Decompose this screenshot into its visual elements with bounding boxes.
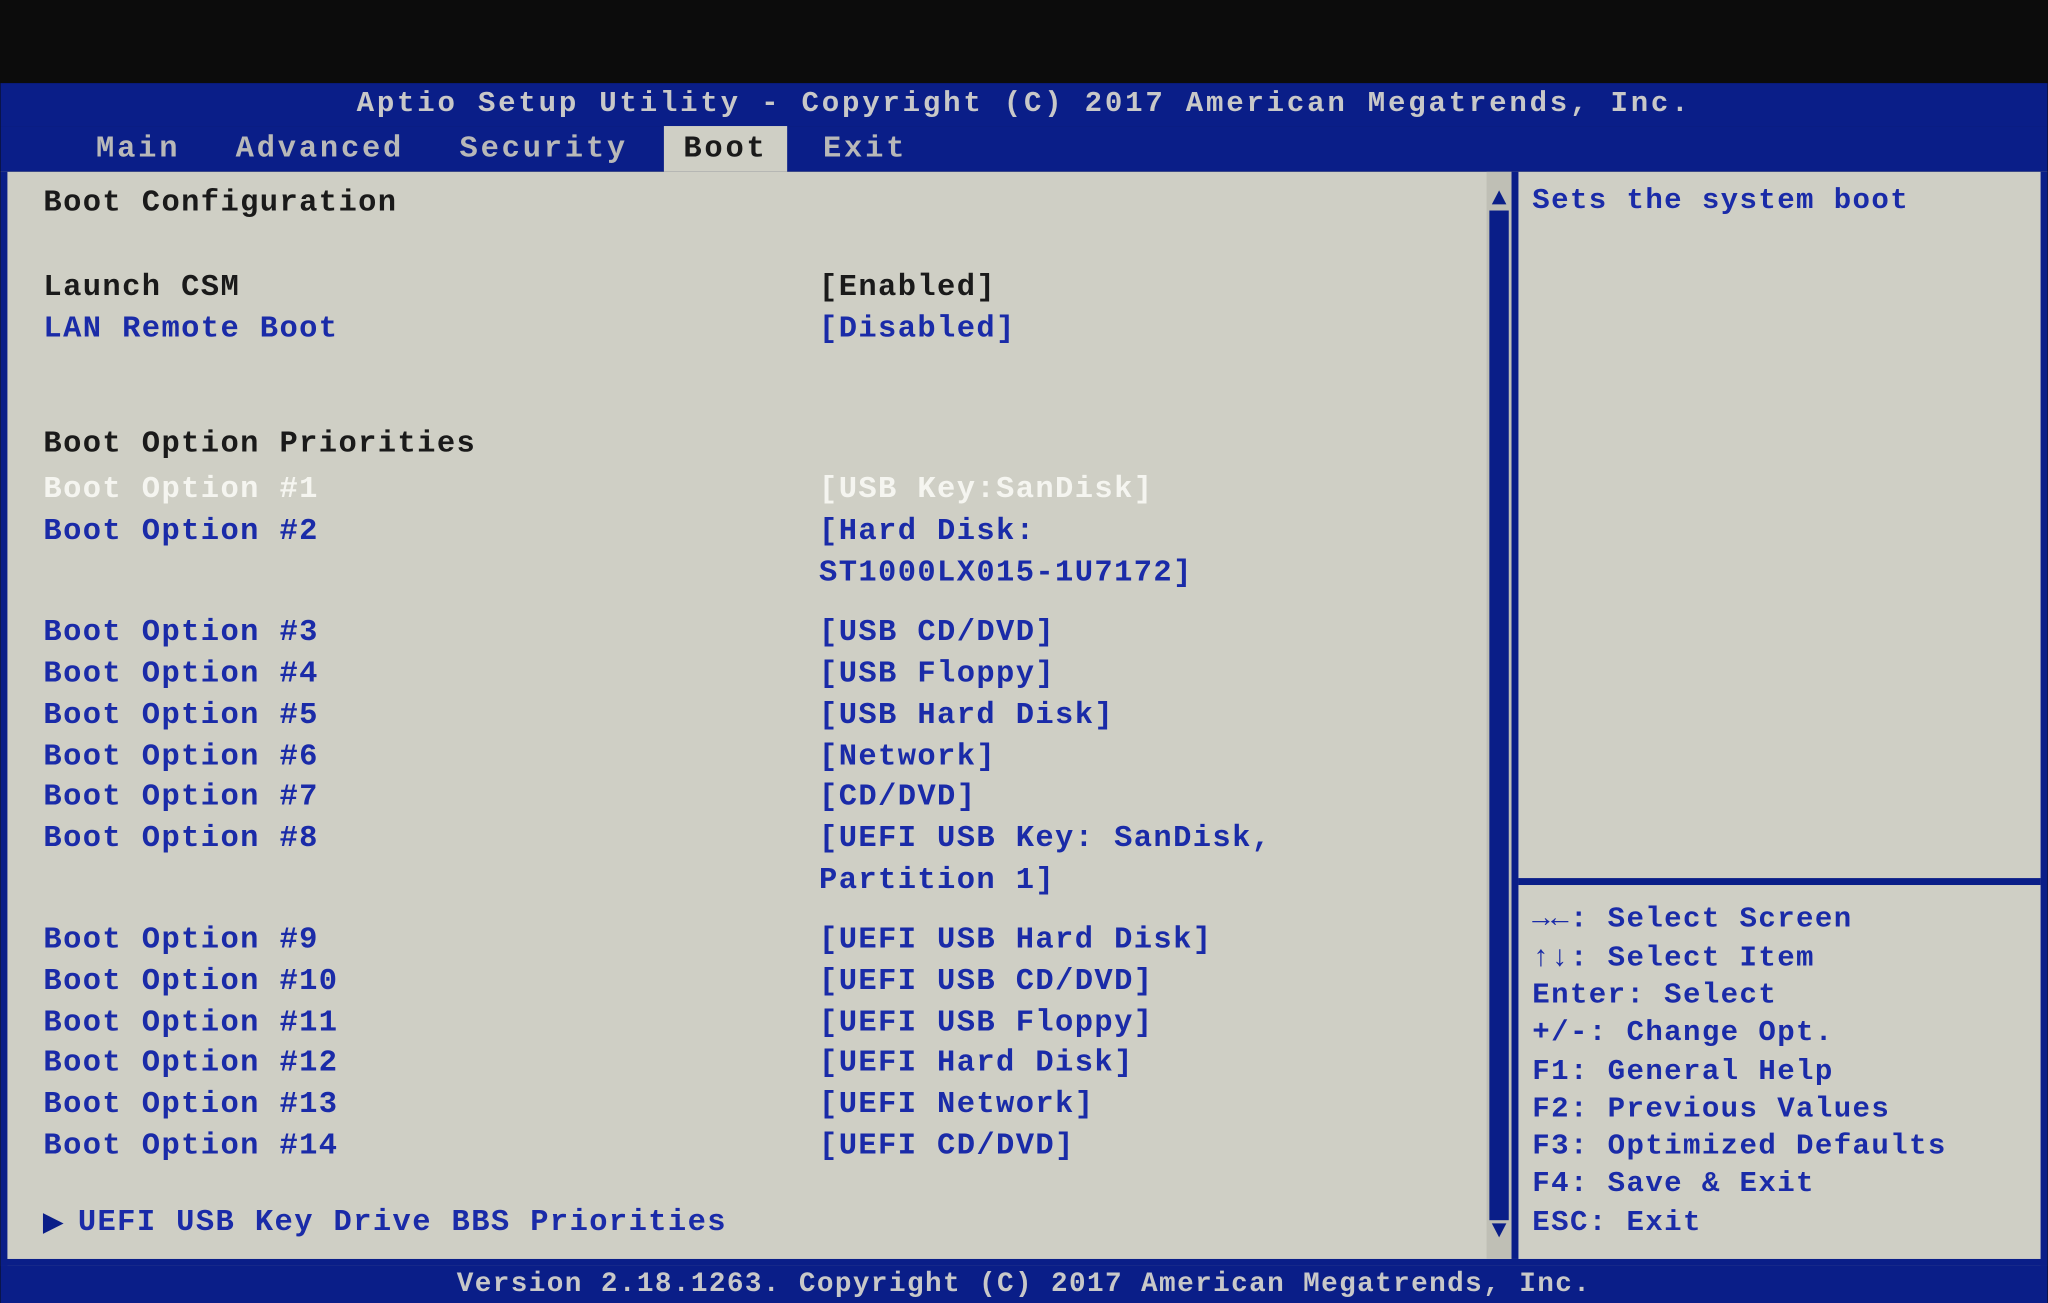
label-boot-option-8: Boot Option #8: [43, 818, 819, 859]
value-boot-option-1: [USB Key:SanDisk]: [819, 470, 1498, 511]
value-boot-option-10: [UEFI USB CD/DVD]: [819, 961, 1498, 1002]
row-boot-option-1[interactable]: Boot Option #1[USB Key:SanDisk]: [43, 470, 1497, 511]
value-boot-option-12: [UEFI Hard Disk]: [819, 1043, 1498, 1084]
value-boot-option-3: [USB CD/DVD]: [819, 613, 1498, 654]
submenu-bbs-priorities[interactable]: ▶ UEFI USB Key Drive BBS Priorities: [43, 1205, 1497, 1240]
key-help-line: +/-: Change Opt.: [1532, 1016, 2029, 1054]
scroll-up-icon[interactable]: ▲: [1487, 186, 1512, 214]
key-help: →←: Select Screen↑↓: Select ItemEnter: S…: [1518, 879, 2040, 1259]
value-boot-option-9: [UEFI USB Hard Disk]: [819, 920, 1498, 961]
row-boot-option-14[interactable]: Boot Option #14[UEFI CD/DVD]: [43, 1126, 1497, 1167]
key-help-line: ↑↓: Select Item: [1532, 940, 2029, 978]
row-boot-option-13[interactable]: Boot Option #13[UEFI Network]: [43, 1084, 1497, 1125]
value-launch-csm: [Enabled]: [819, 267, 1498, 308]
scroll-down-icon[interactable]: ▼: [1487, 1217, 1512, 1245]
scrollbar[interactable]: ▲ ▼: [1487, 172, 1512, 1259]
label-boot-option-4: Boot Option #4: [43, 654, 819, 695]
value-boot-option-14: [UEFI CD/DVD]: [819, 1126, 1498, 1167]
section-boot-config: Boot Configuration: [43, 186, 1497, 221]
row-boot-option-8[interactable]: Boot Option #8[UEFI USB Key: SanDisk,: [43, 818, 1497, 859]
value-boot-option-7: [CD/DVD]: [819, 777, 1498, 818]
value-boot-option-4: [USB Floppy]: [819, 654, 1498, 695]
label-boot-option-11: Boot Option #11: [43, 1002, 819, 1043]
tab-boot[interactable]: Boot: [664, 126, 787, 172]
row-boot-option-3[interactable]: Boot Option #3[USB CD/DVD]: [43, 613, 1497, 654]
key-help-line: F3: Optimized Defaults: [1532, 1129, 2029, 1167]
row-boot-option-5[interactable]: Boot Option #5[USB Hard Disk]: [43, 695, 1497, 736]
value-boot-option-2-cont: ST1000LX015-1U7172]: [819, 552, 1498, 593]
row-boot-option-10[interactable]: Boot Option #10[UEFI USB CD/DVD]: [43, 961, 1497, 1002]
value-boot-option-6: [Network]: [819, 736, 1498, 777]
scroll-track[interactable]: [1489, 211, 1508, 1221]
label-lan-remote: LAN Remote Boot: [43, 308, 819, 349]
value-lan-remote: [Disabled]: [819, 308, 1498, 349]
bios-title: Aptio Setup Utility - Copyright (C) 2017…: [0, 83, 2047, 126]
label-boot-option-12: Boot Option #12: [43, 1043, 819, 1084]
tab-main[interactable]: Main: [77, 126, 200, 172]
label-boot-option-7: Boot Option #7: [43, 777, 819, 818]
tab-bar: Main Advanced Security Boot Exit: [0, 126, 2047, 172]
key-help-line: F4: Save & Exit: [1532, 1167, 2029, 1205]
key-help-line: F1: General Help: [1532, 1053, 2029, 1091]
row-boot-option-4[interactable]: Boot Option #4[USB Floppy]: [43, 654, 1497, 695]
key-help-line: F2: Previous Values: [1532, 1091, 2029, 1129]
tab-advanced[interactable]: Advanced: [216, 126, 423, 172]
label-boot-option-9: Boot Option #9: [43, 920, 819, 961]
label-launch-csm: Launch CSM: [43, 267, 819, 308]
value-boot-option-8-cont: Partition 1]: [819, 859, 1498, 900]
label-boot-option-10: Boot Option #10: [43, 961, 819, 1002]
tab-exit[interactable]: Exit: [804, 126, 927, 172]
main-panel: Boot Configuration Launch CSM [Enabled] …: [7, 172, 1511, 1259]
row-lan-remote[interactable]: LAN Remote Boot [Disabled]: [43, 308, 1497, 349]
label-boot-option-3: Boot Option #3: [43, 613, 819, 654]
section-boot-priorities: Boot Option Priorities: [43, 427, 1497, 462]
bios-footer: Version 2.18.1263. Copyright (C) 2017 Am…: [0, 1266, 2047, 1303]
value-boot-option-2: [Hard Disk:: [819, 511, 1498, 552]
value-boot-option-8: [UEFI USB Key: SanDisk,: [819, 818, 1498, 859]
label-boot-option-1: Boot Option #1: [43, 470, 819, 511]
submenu-arrow-icon: ▶: [43, 1208, 64, 1238]
submenu-label: UEFI USB Key Drive BBS Priorities: [78, 1205, 727, 1240]
value-boot-option-11: [UEFI USB Floppy]: [819, 1002, 1498, 1043]
key-help-line: Enter: Select: [1532, 978, 2029, 1016]
label-boot-option-2: Boot Option #2: [43, 511, 819, 552]
label-boot-option-13: Boot Option #13: [43, 1084, 819, 1125]
value-boot-option-5: [USB Hard Disk]: [819, 695, 1498, 736]
help-panel: Sets the system boot →←: Select Screen↑↓…: [1512, 172, 2041, 1259]
row-boot-option-12[interactable]: Boot Option #12[UEFI Hard Disk]: [43, 1043, 1497, 1084]
label-boot-option-14: Boot Option #14: [43, 1126, 819, 1167]
label-boot-option-6: Boot Option #6: [43, 736, 819, 777]
row-boot-option-11[interactable]: Boot Option #11[UEFI USB Floppy]: [43, 1002, 1497, 1043]
row-boot-option-2[interactable]: Boot Option #2[Hard Disk:: [43, 511, 1497, 552]
row-boot-option-7[interactable]: Boot Option #7[CD/DVD]: [43, 777, 1497, 818]
item-help-text: Sets the system boot: [1518, 172, 2040, 879]
value-boot-option-13: [UEFI Network]: [819, 1084, 1498, 1125]
key-help-line: ESC: Exit: [1532, 1205, 2029, 1243]
row-boot-option-6[interactable]: Boot Option #6[Network]: [43, 736, 1497, 777]
tab-security[interactable]: Security: [440, 126, 647, 172]
label-boot-option-5: Boot Option #5: [43, 695, 819, 736]
row-boot-option-9[interactable]: Boot Option #9[UEFI USB Hard Disk]: [43, 920, 1497, 961]
key-help-line: →←: Select Screen: [1532, 902, 2029, 940]
row-launch-csm[interactable]: Launch CSM [Enabled]: [43, 267, 1497, 308]
